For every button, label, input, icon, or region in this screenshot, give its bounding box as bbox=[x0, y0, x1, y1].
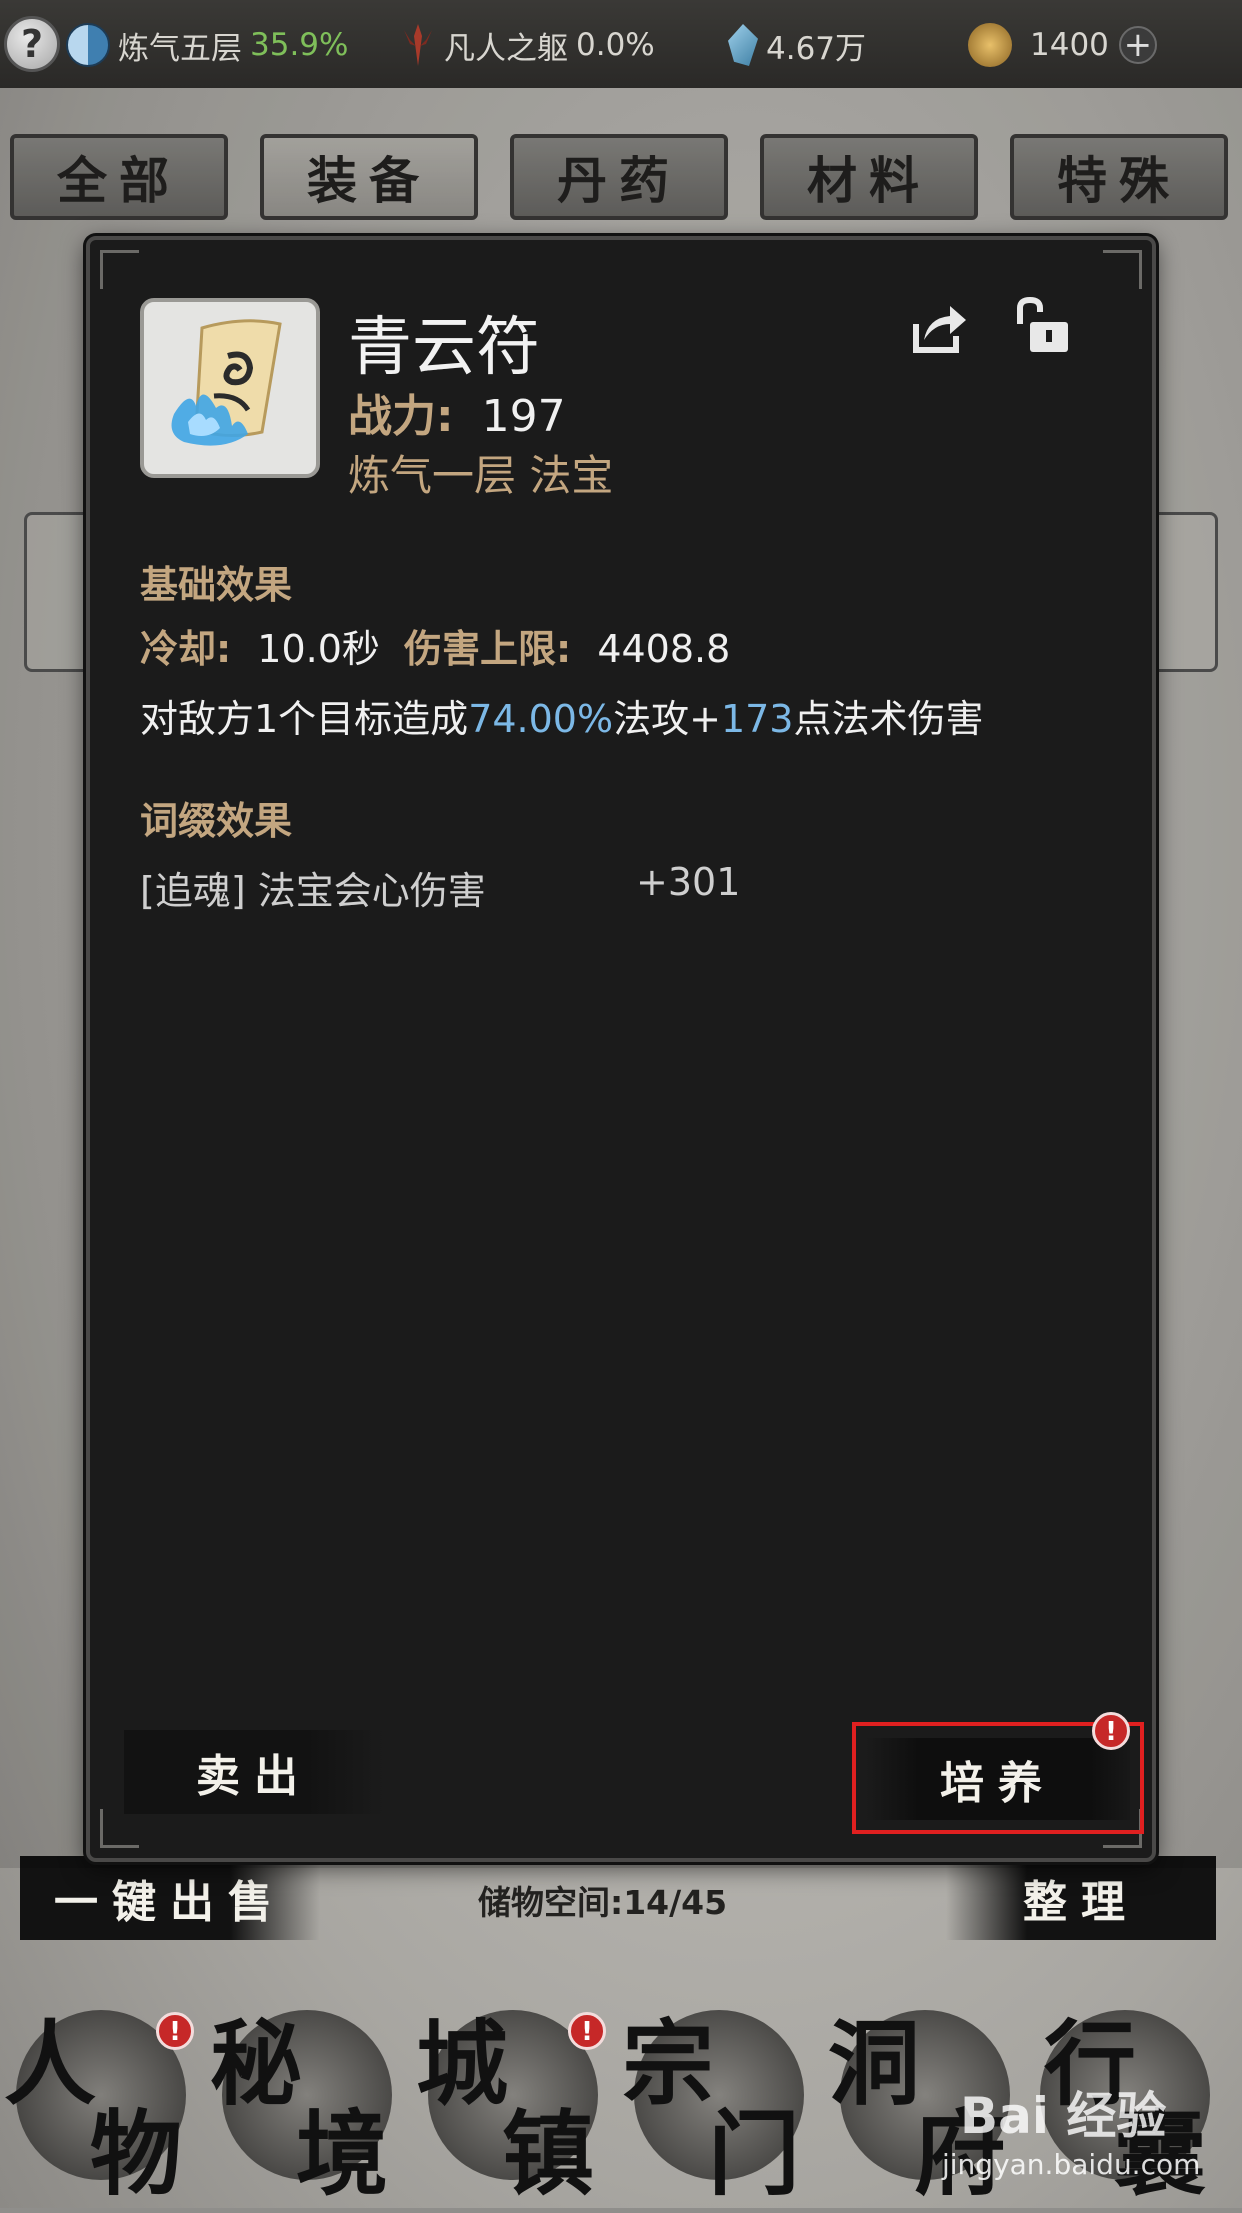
sort-button[interactable]: 整理 bbox=[946, 1856, 1216, 1940]
watermark-url: jingyan.baidu.com bbox=[942, 2148, 1201, 2181]
item-name: 青云符 bbox=[348, 311, 540, 385]
combat-power: 战力: 197 bbox=[348, 391, 566, 442]
basic-effects-title: 基础效果 bbox=[140, 563, 293, 607]
cooldown-value: 10.0秒 bbox=[257, 627, 380, 671]
trident-icon bbox=[404, 24, 432, 66]
alert-badge: ! bbox=[568, 2012, 606, 2050]
sell-button[interactable]: 卖出 bbox=[124, 1730, 384, 1814]
help-button[interactable]: ? bbox=[4, 16, 60, 72]
status-bar: ? 炼气五层 35.9% 凡人之躯 0.0% 4.67万 1400 + bbox=[0, 0, 1242, 90]
item-subtype: 炼气一层 法宝 bbox=[348, 451, 614, 500]
nav-character[interactable]: 人 物 ! bbox=[4, 1994, 204, 2208]
dragon-coin-icon bbox=[968, 23, 1012, 67]
cultivate-label: 培养 bbox=[866, 1738, 1130, 1820]
currency-value: 1400 bbox=[1030, 27, 1109, 63]
alert-badge: ! bbox=[156, 2012, 194, 2050]
nav-town[interactable]: 城 镇 ! bbox=[416, 1994, 616, 2208]
storage-capacity: 储物空间:14/45 bbox=[478, 1883, 728, 1922]
talisman-scroll-icon bbox=[140, 298, 320, 478]
damage-cap-value: 4408.8 bbox=[597, 627, 731, 671]
realm-progress: 35.9% bbox=[250, 27, 349, 63]
effect-description: 对敌方1个目标造成74.00%法攻+173点法术伤害 bbox=[140, 697, 984, 741]
affix-name: [追魂] 法宝会心伤害 bbox=[140, 869, 486, 913]
alert-badge: ! bbox=[1092, 1712, 1130, 1750]
body-label: 凡人之躯 bbox=[444, 30, 568, 67]
body-cultivation[interactable]: 凡人之躯 0.0% bbox=[400, 18, 655, 72]
watermark-logo: Bai 经验 bbox=[960, 2087, 1167, 2145]
realm-label: 炼气五层 bbox=[118, 30, 242, 67]
combat-power-value: 197 bbox=[481, 391, 566, 442]
body-progress: 0.0% bbox=[576, 27, 655, 63]
yin-yang-icon bbox=[66, 23, 110, 67]
basic-stats: 冷却: 10.0秒 伤害上限: 4408.8 bbox=[140, 627, 731, 671]
nav-sect[interactable]: 宗 门 bbox=[622, 1994, 822, 2208]
add-currency-button[interactable]: + bbox=[1118, 26, 1157, 64]
share-icon[interactable] bbox=[910, 300, 968, 354]
frame-corner bbox=[100, 250, 139, 289]
crystal-icon bbox=[728, 24, 758, 66]
spirit-stone-counter[interactable]: 4.67万 bbox=[728, 18, 866, 72]
frame-corner bbox=[1103, 250, 1142, 289]
nav-secret-realm[interactable]: 秘 境 bbox=[210, 1994, 410, 2208]
item-detail-dialog: 青云符 战力: 197 炼气一层 法宝 基础效果 冷却: 10.0秒 伤害上限:… bbox=[86, 236, 1156, 1862]
spirit-stone-value: 4.67万 bbox=[766, 30, 867, 67]
cultivation-realm[interactable]: 炼气五层 35.9% bbox=[66, 18, 348, 72]
currency-counter: 1400 + bbox=[968, 18, 1157, 72]
frame-corner bbox=[100, 1809, 139, 1848]
quick-sell-button[interactable]: 一键出售 bbox=[20, 1856, 320, 1940]
affix-effects-title: 词缀效果 bbox=[140, 799, 293, 843]
unlock-icon[interactable] bbox=[1012, 296, 1072, 356]
affix-value: +301 bbox=[636, 860, 741, 904]
